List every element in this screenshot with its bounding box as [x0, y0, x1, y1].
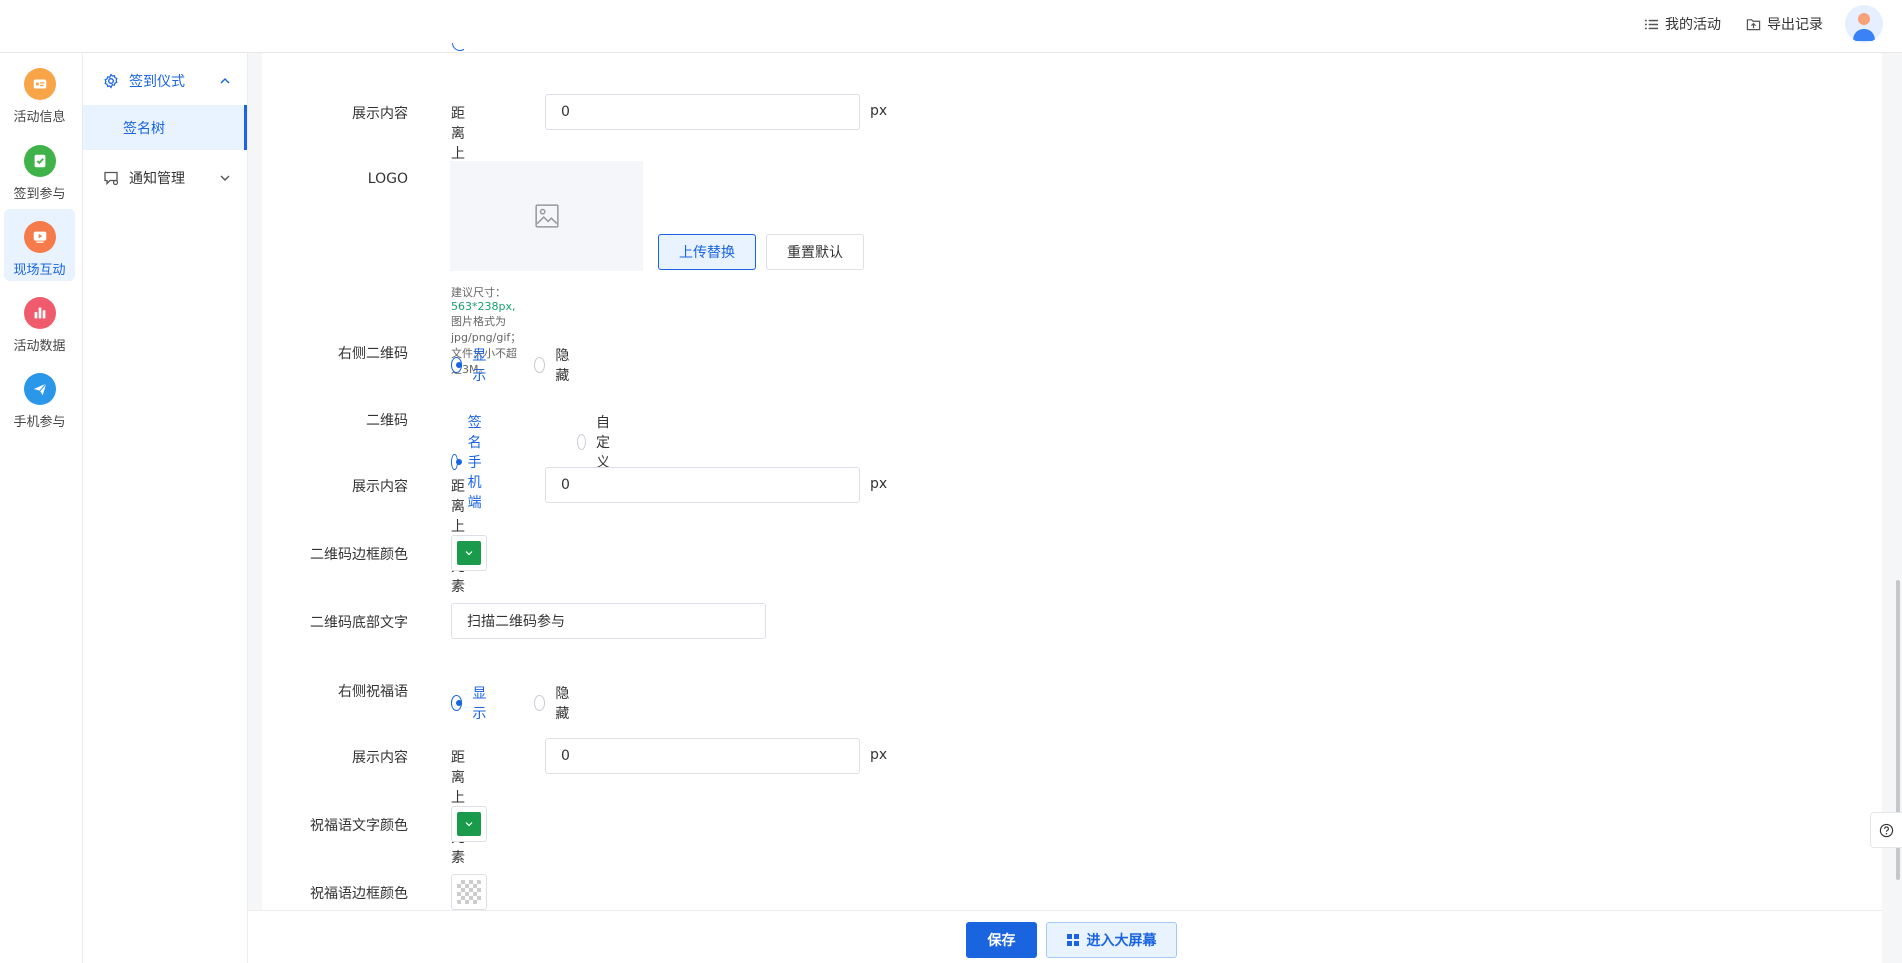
user-avatar-icon	[1853, 13, 1875, 41]
radio-dot	[534, 357, 546, 373]
chevron-up-icon	[220, 78, 230, 84]
save-label: 保存	[987, 933, 1016, 949]
qr-bottom-text-value: 扫描二维码参与	[467, 614, 565, 630]
image-placeholder-icon	[534, 204, 559, 228]
clipped-radio	[452, 43, 464, 53]
rail-label: 活动信息	[13, 110, 66, 125]
notification-icon	[104, 171, 119, 186]
logo-preview[interactable]	[450, 161, 643, 271]
right-blessing-label: 右侧祝福语	[338, 684, 408, 700]
top-header: 我的活动 导出记录	[0, 0, 1902, 53]
rail-item-activity-info[interactable]: 活动信息	[4, 56, 75, 128]
qr-border-color-label: 二维码边框颜色	[310, 547, 408, 563]
gear-icon	[104, 73, 118, 89]
submenu-group-notification[interactable]: 通知管理	[83, 158, 247, 198]
color-swatch	[457, 812, 481, 836]
radio-label: 自定义	[596, 415, 610, 471]
rail-item-live-interaction[interactable]: 现场互动	[4, 209, 75, 281]
live-interaction-icon	[23, 221, 56, 253]
reset-default-label: 重置默认	[787, 245, 843, 261]
rail-label: 签到参与	[13, 187, 66, 202]
right-qr-show-radio[interactable]: 显示	[451, 345, 491, 385]
rail-label: 现场互动	[13, 263, 66, 278]
right-blessing-show-radio[interactable]: 显示	[451, 683, 491, 723]
right-blessing-hide-radio[interactable]: 隐藏	[534, 683, 574, 723]
radio-label: 显示	[472, 348, 487, 384]
rail-item-activity-data[interactable]: 活动数据	[4, 285, 75, 357]
main-nav-rail: 活动信息 签到参与 现场互动 活动数据 手机参与	[0, 53, 83, 963]
qr-custom-radio[interactable]: 自定义	[577, 412, 617, 472]
color-swatch	[457, 541, 481, 565]
radio-dot	[451, 357, 463, 373]
avatar[interactable]	[1845, 5, 1883, 43]
blessing-border-color-label: 祝福语边框颜色	[310, 886, 408, 902]
help-icon	[1879, 823, 1894, 837]
rail-item-checkin[interactable]: 签到参与	[4, 133, 75, 205]
qr-border-color-picker[interactable]	[451, 535, 487, 571]
qr-bottom-text-input[interactable]: 扫描二维码参与	[451, 603, 766, 639]
upload-replace-button[interactable]: 上传替换	[658, 234, 756, 270]
help-button[interactable]	[1870, 812, 1902, 848]
radio-label: 隐藏	[555, 686, 570, 722]
qr-code-label: 二维码	[366, 413, 408, 429]
upload-replace-label: 上传替换	[679, 245, 735, 261]
blessing-text-color-label: 祝福语文字颜色	[310, 818, 408, 834]
rail-item-mobile-participate[interactable]: 手机参与	[4, 361, 75, 433]
reset-default-button[interactable]: 重置默认	[766, 234, 864, 270]
radio-dot	[577, 434, 586, 450]
logo-label: LOGO	[367, 171, 408, 187]
color-swatch-transparent	[457, 880, 481, 904]
unit-px: px	[870, 747, 888, 763]
my-activities-link[interactable]: 我的活动	[1644, 14, 1721, 34]
enter-big-screen-label: 进入大屏幕	[1086, 933, 1157, 949]
radio-dot	[534, 695, 546, 711]
top-distance-input[interactable]: 0	[545, 738, 860, 774]
display-content-label: 展示内容	[352, 750, 408, 766]
display-content-label: 展示内容	[352, 479, 408, 495]
save-button[interactable]: 保存	[966, 922, 1037, 958]
submenu-group-checkin-ceremony[interactable]: 签到仪式	[83, 61, 247, 101]
my-activities-label: 我的活动	[1665, 17, 1721, 33]
export-folder-icon	[1746, 18, 1761, 30]
top-distance-value: 0	[561, 477, 570, 493]
checkin-icon	[23, 145, 56, 177]
top-distance-input[interactable]: 0	[545, 94, 860, 130]
submenu-item-signature-tree[interactable]: 签名树	[83, 105, 247, 150]
submenu-item-label: 签名树	[123, 120, 165, 137]
chevron-down-icon	[220, 175, 230, 181]
hint-size: 563*238px,	[451, 300, 516, 313]
radio-dot	[451, 454, 462, 470]
sub-nav: 签到仪式 签名树 通知管理	[83, 53, 248, 963]
chevron-down-icon	[465, 822, 473, 827]
radio-label: 签名手机端	[467, 415, 482, 511]
activity-info-icon	[23, 68, 56, 100]
top-distance-value: 0	[561, 104, 570, 120]
radio-label: 显示	[472, 686, 487, 722]
rail-label: 活动数据	[13, 339, 66, 354]
blessing-border-color-picker[interactable]	[451, 874, 487, 910]
grid-icon	[1066, 934, 1079, 946]
enter-big-screen-button[interactable]: 进入大屏幕	[1046, 922, 1177, 958]
rail-label: 手机参与	[13, 415, 66, 430]
mobile-participate-icon	[23, 373, 56, 405]
right-qr-hide-radio[interactable]: 隐藏	[534, 345, 574, 385]
hint-prefix: 建议尺寸：	[451, 286, 506, 299]
unit-px: px	[870, 103, 888, 119]
chevron-down-icon	[465, 551, 473, 556]
export-records-link[interactable]: 导出记录	[1746, 14, 1823, 34]
list-icon	[1644, 19, 1659, 29]
top-distance-input[interactable]: 0	[545, 467, 860, 503]
submenu-group-label: 通知管理	[129, 171, 185, 187]
radio-dot	[451, 695, 463, 711]
export-records-label: 导出记录	[1767, 17, 1823, 33]
top-distance-value: 0	[561, 748, 570, 764]
submenu-group-label: 签到仪式	[129, 74, 185, 90]
radio-label: 隐藏	[555, 348, 570, 384]
activity-data-icon	[23, 297, 56, 329]
right-qr-label: 右侧二维码	[338, 346, 408, 362]
blessing-text-color-picker[interactable]	[451, 806, 487, 842]
unit-px: px	[870, 476, 888, 492]
qr-bottom-text-label: 二维码底部文字	[310, 615, 408, 631]
display-content-label: 展示内容	[352, 106, 408, 122]
